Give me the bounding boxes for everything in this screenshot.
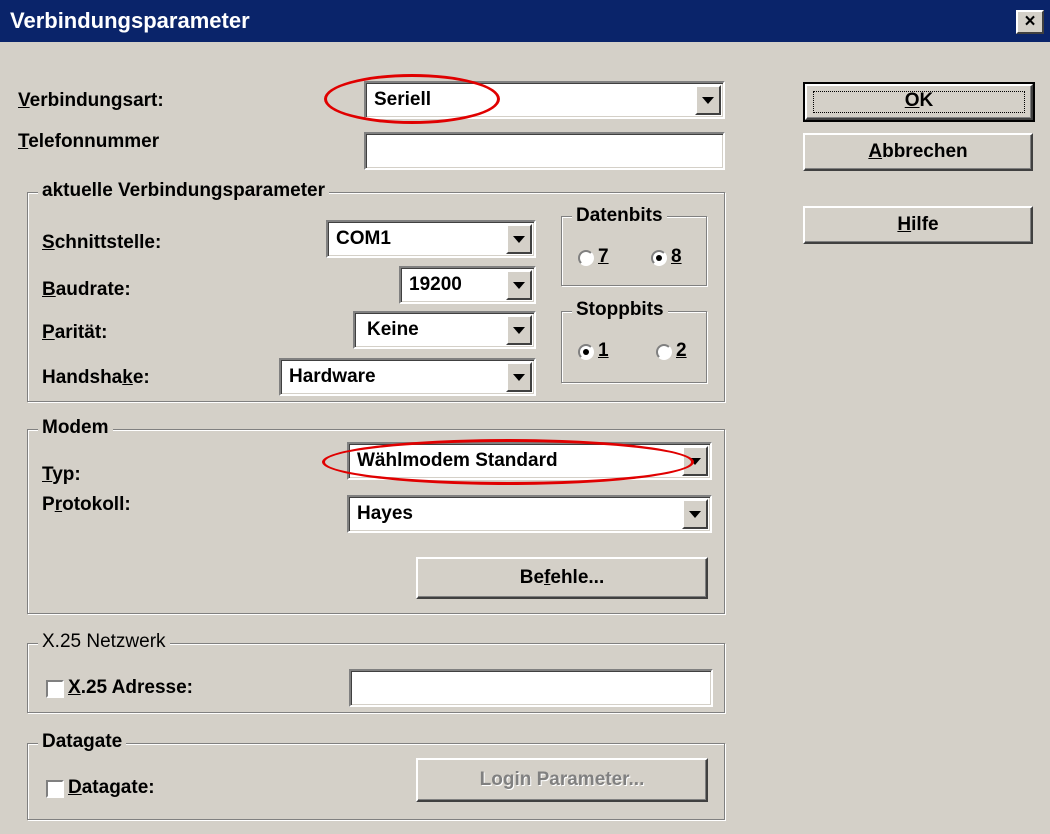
stopbits-2-label: 2 xyxy=(676,340,687,361)
x25-legend: X.25 Netzwerk xyxy=(38,631,170,653)
interface-combo[interactable]: COM1 xyxy=(326,220,536,258)
login-parameter-button[interactable]: Login Parameter... xyxy=(416,758,708,802)
parity-combo[interactable]: Keine xyxy=(353,311,536,349)
datagate-checkbox-label: Datagate: xyxy=(68,777,155,798)
databits-8-radio[interactable] xyxy=(651,250,667,266)
modem-type-label: Typ: xyxy=(42,464,81,485)
databits-legend: Datenbits xyxy=(572,205,667,227)
protocol-label: Protokoll: xyxy=(42,494,131,515)
close-icon: × xyxy=(1024,11,1036,32)
databits-7-label: 7 xyxy=(598,246,609,267)
datagate-checkbox[interactable] xyxy=(46,780,64,798)
protocol-combo[interactable]: Hayes xyxy=(347,495,712,533)
handshake-combo[interactable]: Hardware xyxy=(279,358,536,396)
commands-button[interactable]: Befehle... xyxy=(416,557,708,599)
focus-rect xyxy=(813,91,1025,113)
stopbits-1-radio[interactable] xyxy=(578,344,594,360)
interface-label: Schnittstelle: xyxy=(42,232,162,253)
baud-combo[interactable]: 19200 xyxy=(399,266,536,304)
chevron-down-icon[interactable] xyxy=(506,224,532,254)
datagate-legend: Datagate xyxy=(38,731,127,753)
modem-legend: Modem xyxy=(38,417,113,439)
stopbits-1-label: 1 xyxy=(598,340,609,361)
connection-type-label: Verbindungsart: xyxy=(18,90,164,111)
close-button[interactable]: × xyxy=(1016,10,1044,34)
parity-label: Parität: xyxy=(42,322,108,343)
phone-label: Telefonnummer xyxy=(18,131,160,152)
highlight-ellipse-modem-type xyxy=(322,439,694,485)
highlight-ellipse-connection-type xyxy=(324,74,500,124)
chevron-down-icon[interactable] xyxy=(506,315,532,345)
x25-checkbox[interactable] xyxy=(46,680,64,698)
help-button[interactable]: Hilfe xyxy=(803,206,1033,244)
phone-input[interactable] xyxy=(364,132,725,170)
chevron-down-icon[interactable] xyxy=(695,85,721,115)
handshake-label: Handshake: xyxy=(42,367,150,388)
stopbits-legend: Stoppbits xyxy=(572,299,668,321)
chevron-down-icon[interactable] xyxy=(682,499,708,529)
databits-7-radio[interactable] xyxy=(578,250,594,266)
chevron-down-icon[interactable] xyxy=(506,270,532,300)
x25-address-input[interactable] xyxy=(349,669,713,707)
stopbits-2-radio[interactable] xyxy=(656,344,672,360)
baud-label: Baudrate: xyxy=(42,279,131,300)
current-params-legend: aktuelle Verbindungsparameter xyxy=(38,180,329,202)
chevron-down-icon[interactable] xyxy=(506,362,532,392)
cancel-button[interactable]: Abbrechen xyxy=(803,133,1033,171)
x25-checkbox-label: X.25 Adresse: xyxy=(68,677,193,698)
window-title: Verbindungsparameter xyxy=(10,8,250,33)
databits-8-label: 8 xyxy=(671,246,682,267)
ok-button[interactable]: OK xyxy=(803,82,1035,122)
